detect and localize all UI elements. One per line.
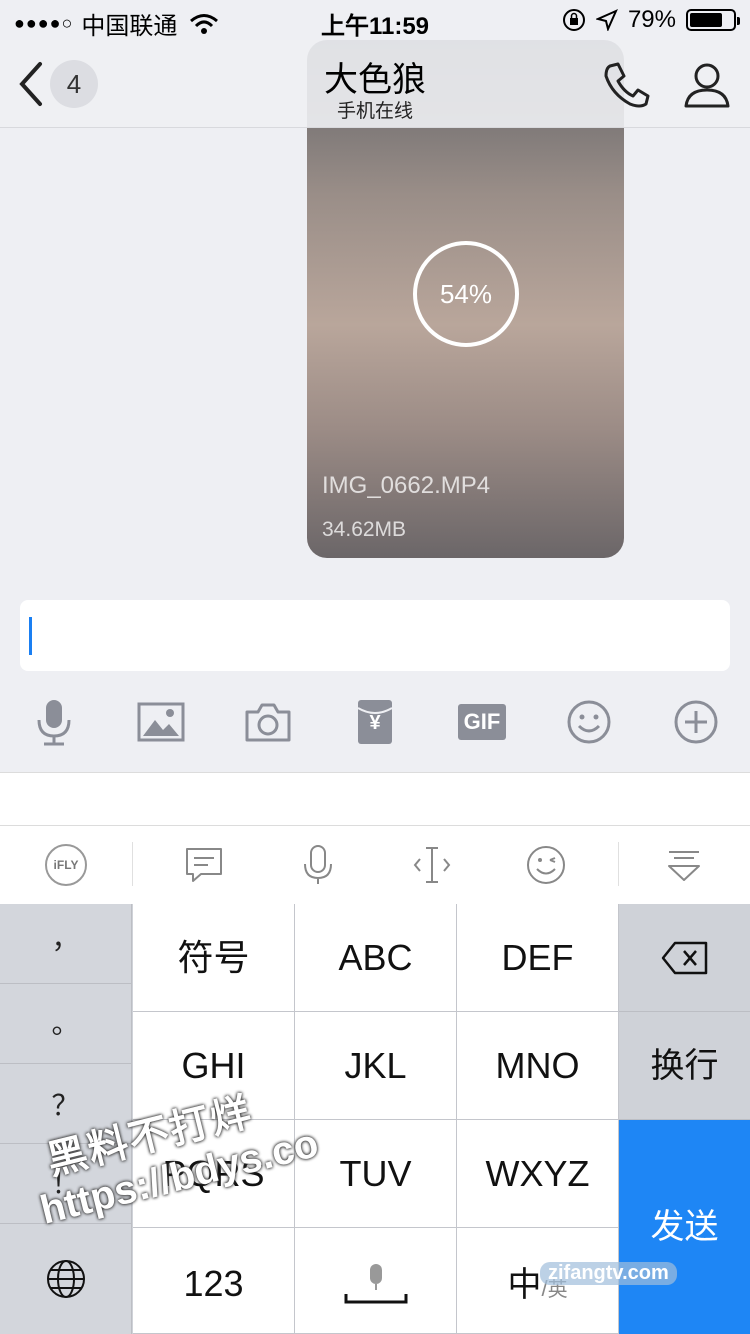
upload-progress-ring: 54% bbox=[413, 241, 519, 347]
key-globe[interactable] bbox=[0, 1224, 132, 1334]
message-input[interactable] bbox=[20, 600, 730, 671]
location-arrow-icon bbox=[595, 9, 618, 31]
ime-toolbar: iFLY bbox=[0, 825, 750, 904]
ime-separator bbox=[618, 842, 619, 886]
camera-icon[interactable] bbox=[244, 698, 292, 746]
key-tuv[interactable]: TUV bbox=[295, 1120, 457, 1228]
gif-label: GIF bbox=[458, 704, 506, 740]
key-jkl[interactable]: JKL bbox=[295, 1012, 457, 1120]
phone-icon[interactable] bbox=[600, 60, 652, 110]
backspace-icon bbox=[661, 941, 707, 975]
ifly-logo-icon[interactable]: iFLY bbox=[45, 844, 87, 886]
key-symbols[interactable]: 符号 bbox=[133, 904, 295, 1012]
battery-icon bbox=[686, 9, 740, 31]
keyboard-spacer bbox=[0, 772, 750, 825]
key-wxyz[interactable]: WXYZ bbox=[457, 1120, 619, 1228]
chat-header: 4 大色狼 手机在线 bbox=[0, 40, 750, 128]
emoji-icon[interactable] bbox=[525, 844, 567, 886]
orientation-lock-icon bbox=[562, 9, 585, 31]
key-backspace[interactable] bbox=[619, 904, 750, 1012]
status-bar: ●●●●○ 中国联通 上午11:59 79% bbox=[0, 0, 750, 40]
key-space[interactable] bbox=[295, 1228, 457, 1334]
cursor-icon[interactable] bbox=[411, 844, 453, 886]
image-icon[interactable] bbox=[137, 698, 185, 746]
key-mno[interactable]: MNO bbox=[457, 1012, 619, 1120]
message-icon[interactable] bbox=[183, 844, 225, 886]
emoji-icon[interactable] bbox=[565, 698, 613, 746]
plus-icon[interactable] bbox=[672, 698, 720, 746]
red-envelope-icon[interactable]: ¥ bbox=[351, 698, 399, 746]
video-filesize: 34.62MB bbox=[322, 518, 407, 541]
space-mic-icon bbox=[344, 1264, 408, 1304]
person-icon[interactable] bbox=[682, 60, 732, 110]
battery-percent: 79% bbox=[627, 6, 676, 33]
video-filename: IMG_0662.MP4 bbox=[322, 472, 491, 499]
status-right: 79% bbox=[562, 6, 740, 34]
text-caret bbox=[29, 617, 32, 655]
voice-icon[interactable] bbox=[297, 844, 339, 886]
key-123[interactable]: 123 bbox=[133, 1228, 295, 1334]
key-period[interactable]: 。 bbox=[0, 984, 132, 1064]
gif-icon[interactable]: GIF bbox=[458, 698, 506, 746]
microphone-icon[interactable] bbox=[30, 698, 78, 746]
hide-keyboard-icon[interactable] bbox=[663, 844, 705, 886]
key-def[interactable]: DEF bbox=[457, 904, 619, 1012]
lang-main: 中 bbox=[507, 1266, 542, 1304]
globe-icon bbox=[46, 1260, 85, 1298]
ime-separator bbox=[132, 842, 133, 886]
key-newline[interactable]: 换行 bbox=[619, 1012, 750, 1120]
red-envelope-label: ¥ bbox=[369, 712, 381, 734]
send-button[interactable]: 发送 bbox=[619, 1120, 750, 1334]
key-comma[interactable]: ， bbox=[0, 904, 132, 984]
key-abc[interactable]: ABC bbox=[295, 904, 457, 1012]
watermark-corner: zifangtv.com bbox=[540, 1262, 677, 1285]
